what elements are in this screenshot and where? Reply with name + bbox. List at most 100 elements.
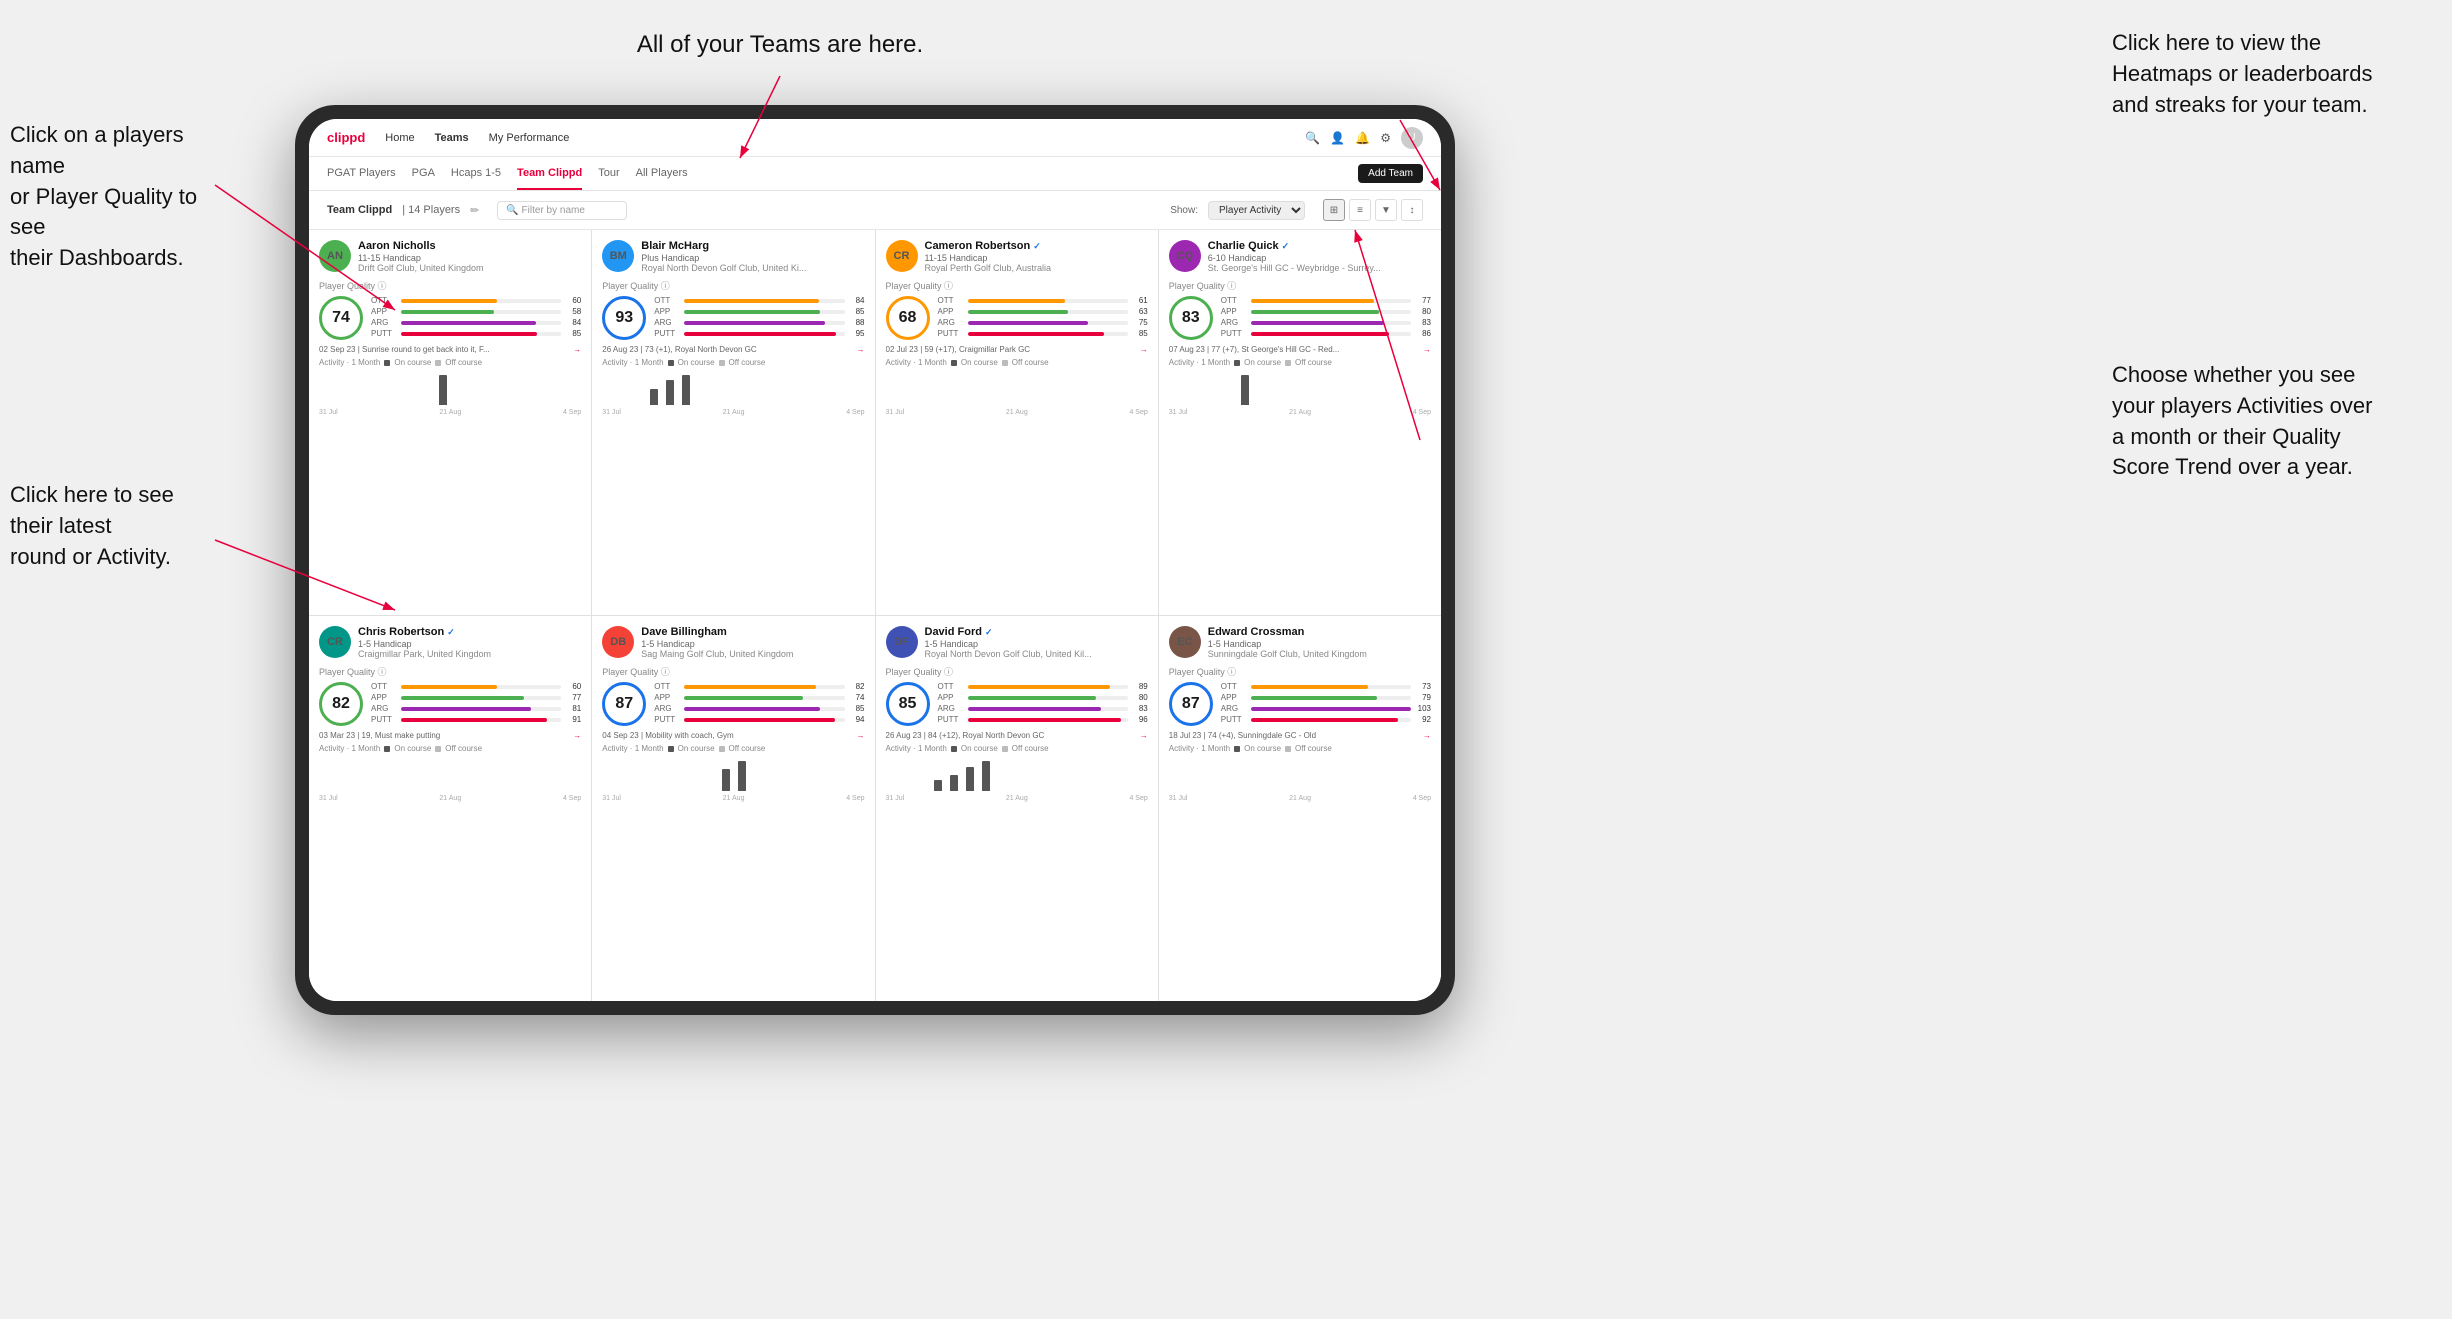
stat-bar-wrap [401, 321, 561, 325]
verified-badge: ✓ [985, 627, 993, 638]
latest-round[interactable]: 26 Aug 23 | 84 (+12), Royal North Devon … [886, 731, 1148, 740]
user-icon[interactable]: 👤 [1330, 131, 1345, 145]
player-name[interactable]: Chris Robertson ✓ [358, 626, 581, 638]
stat-value: 79 [1415, 693, 1431, 702]
team-header: Team Clippd | 14 Players ✏ 🔍 Filter by n… [309, 191, 1441, 230]
player-name[interactable]: Aaron Nicholls [358, 240, 581, 252]
stat-bar-wrap [1251, 321, 1411, 325]
player-club: Royal North Devon Golf Club, United Ki..… [641, 263, 864, 273]
stat-bar [1251, 321, 1384, 325]
stat-label: ARG [371, 704, 397, 713]
search-icon[interactable]: 🔍 [1305, 131, 1320, 145]
stat-row-ott: OTT 89 [938, 682, 1148, 691]
avatar[interactable]: U [1401, 127, 1423, 149]
stat-row-ott: OTT 73 [1221, 682, 1431, 691]
quality-score[interactable]: 82 [319, 682, 363, 726]
quality-score[interactable]: 74 [319, 296, 363, 340]
stat-label: ARG [1221, 318, 1247, 327]
stat-bar [1251, 310, 1379, 314]
player-info: Edward Crossman 1-5 Handicap Sunningdale… [1208, 626, 1431, 659]
quality-score[interactable]: 87 [602, 682, 646, 726]
sub-nav-tour[interactable]: Tour [598, 157, 619, 190]
player-name[interactable]: Dave Billingham [641, 626, 864, 638]
stat-value: 84 [565, 318, 581, 327]
latest-round[interactable]: 04 Sep 23 | Mobility with coach, Gym → [602, 731, 864, 740]
stat-bar [968, 321, 1088, 325]
quality-score[interactable]: 83 [1169, 296, 1213, 340]
player-club: Royal Perth Golf Club, Australia [925, 263, 1148, 273]
chart-date: 4 Sep [846, 409, 864, 416]
quality-label: Player Quality ⓘ [319, 665, 581, 678]
player-avatar: BM [602, 240, 634, 272]
player-card[interactable]: CQ Charlie Quick ✓ 6-10 Handicap St. Geo… [1159, 230, 1441, 615]
search-input[interactable]: 🔍 Filter by name [497, 201, 627, 220]
latest-round[interactable]: 26 Aug 23 | 73 (+1), Royal North Devon G… [602, 345, 864, 354]
player-card[interactable]: EC Edward Crossman 1-5 Handicap Sunningd… [1159, 616, 1441, 1001]
list-view-icon[interactable]: ≡ [1349, 199, 1371, 221]
sub-nav-all-players[interactable]: All Players [636, 157, 688, 190]
stat-bar [401, 321, 536, 325]
show-label: Show: [1170, 205, 1198, 216]
edit-icon[interactable]: ✏ [470, 204, 479, 217]
player-card[interactable]: BM Blair McHarg Plus Handicap Royal Nort… [592, 230, 874, 615]
latest-round[interactable]: 07 Aug 23 | 77 (+7), St George's Hill GC… [1169, 345, 1431, 354]
stat-value: 75 [1132, 318, 1148, 327]
on-course-dot [951, 360, 957, 366]
stat-bar-wrap [401, 718, 561, 722]
stat-bar [968, 696, 1096, 700]
player-name[interactable]: David Ford ✓ [925, 626, 1148, 638]
quality-score[interactable]: 68 [886, 296, 930, 340]
sub-nav-team-clippd[interactable]: Team Clippd [517, 157, 582, 190]
stat-value: 85 [849, 704, 865, 713]
stat-bar [684, 696, 803, 700]
stat-bar-wrap [1251, 685, 1411, 689]
round-arrow: → [857, 345, 865, 354]
sub-nav-hcaps[interactable]: Hcaps 1-5 [451, 157, 501, 190]
sub-nav-pgat[interactable]: PGAT Players [327, 157, 396, 190]
player-card[interactable]: AN Aaron Nicholls 11-15 Handicap Drift G… [309, 230, 591, 615]
show-select[interactable]: Player Activity [1208, 201, 1305, 220]
player-card[interactable]: CR Chris Robertson ✓ 1-5 Handicap Craigm… [309, 616, 591, 1001]
nav-my-performance[interactable]: My Performance [489, 132, 570, 144]
player-card[interactable]: CR Cameron Robertson ✓ 11-15 Handicap Ro… [876, 230, 1158, 615]
stats-table: OTT 89 APP 80 ARG 83 PUTT 9 [938, 682, 1148, 726]
stat-bar-wrap [684, 685, 844, 689]
nav-teams[interactable]: Teams [435, 132, 469, 144]
stat-label: ARG [371, 318, 397, 327]
latest-round[interactable]: 02 Jul 23 | 59 (+17), Craigmillar Park G… [886, 345, 1148, 354]
stat-bar-wrap [1251, 707, 1411, 711]
bell-icon[interactable]: 🔔 [1355, 131, 1370, 145]
player-avatar: EC [1169, 626, 1201, 658]
nav-home[interactable]: Home [385, 132, 414, 144]
player-name[interactable]: Edward Crossman [1208, 626, 1431, 638]
quality-score[interactable]: 93 [602, 296, 646, 340]
grid-view-icon[interactable]: ⊞ [1323, 199, 1345, 221]
quality-section: 87 OTT 73 APP 79 ARG 103 PUTT [1169, 682, 1431, 726]
stat-label: APP [1221, 693, 1247, 702]
player-card[interactable]: DB Dave Billingham 1-5 Handicap Sag Main… [592, 616, 874, 1001]
filter-icon[interactable]: ▼ [1375, 199, 1397, 221]
quality-score[interactable]: 87 [1169, 682, 1213, 726]
ipad-screen: clippd Home Teams My Performance 🔍 👤 🔔 ⚙… [309, 119, 1441, 1001]
sort-icon[interactable]: ↕ [1401, 199, 1423, 221]
stat-bar-wrap [684, 321, 844, 325]
quality-score[interactable]: 85 [886, 682, 930, 726]
player-name[interactable]: Blair McHarg [641, 240, 864, 252]
player-card[interactable]: DF David Ford ✓ 1-5 Handicap Royal North… [876, 616, 1158, 1001]
chart-dates: 31 Jul21 Aug4 Sep [1169, 795, 1431, 802]
stat-bar [401, 707, 531, 711]
latest-round[interactable]: 02 Sep 23 | Sunrise round to get back in… [319, 345, 581, 354]
stat-row-arg: ARG 83 [1221, 318, 1431, 327]
stat-row-putt: PUTT 96 [938, 715, 1148, 724]
round-text: 02 Sep 23 | Sunrise round to get back in… [319, 345, 490, 354]
latest-round[interactable]: 03 Mar 23 | 19, Must make putting → [319, 731, 581, 740]
sub-nav-pga[interactable]: PGA [412, 157, 435, 190]
latest-round[interactable]: 18 Jul 23 | 74 (+4), Sunningdale GC - Ol… [1169, 731, 1431, 740]
player-club: St. George's Hill GC - Weybridge - Surre… [1208, 263, 1431, 273]
off-course-dot [435, 746, 441, 752]
player-name[interactable]: Cameron Robertson ✓ [925, 240, 1148, 252]
player-name[interactable]: Charlie Quick ✓ [1208, 240, 1431, 252]
settings-icon[interactable]: ⚙ [1380, 131, 1391, 145]
team-name: Team Clippd [327, 204, 392, 216]
add-team-button[interactable]: Add Team [1358, 164, 1423, 183]
